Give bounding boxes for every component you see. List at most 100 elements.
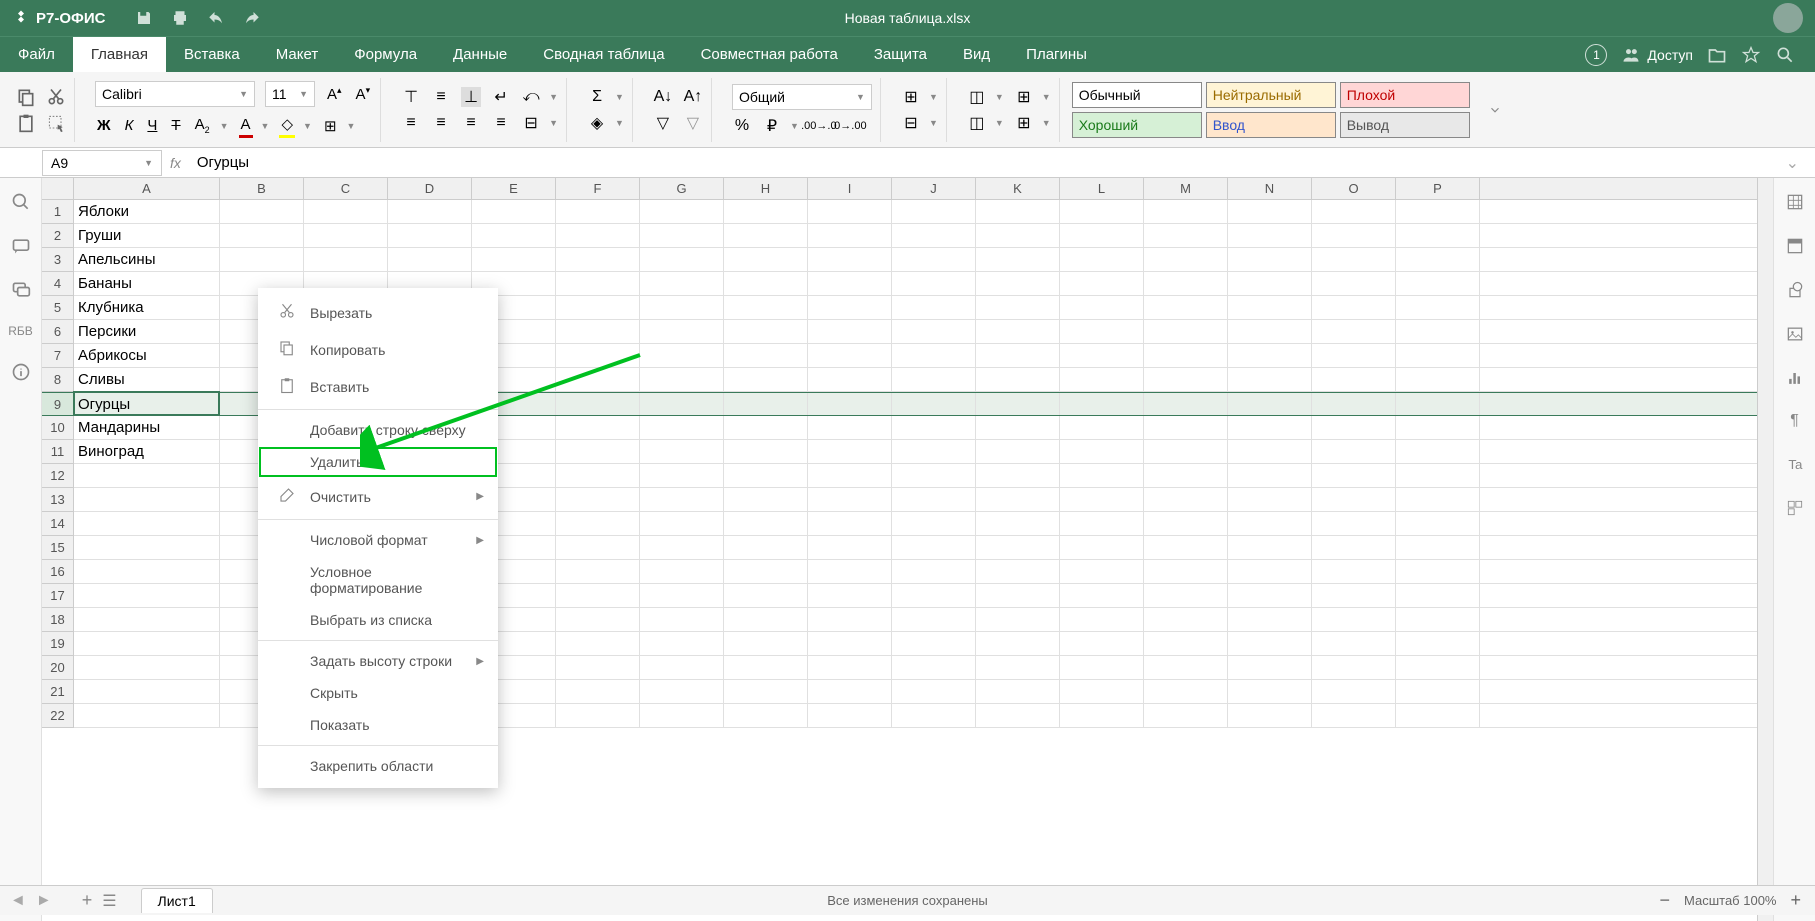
cell[interactable] [808,248,892,271]
menu-вставка[interactable]: Вставка [166,37,258,72]
cell[interactable] [1060,368,1144,391]
row-header[interactable]: 7 [42,344,74,368]
borders-button[interactable]: ⊞ [322,115,339,137]
wrap-icon[interactable]: ↵ [491,87,511,107]
cell[interactable] [976,464,1060,487]
sheet-tab[interactable]: Лист1 [141,888,213,913]
cell[interactable] [640,536,724,559]
cell[interactable] [74,560,220,583]
cell[interactable] [640,464,724,487]
cell[interactable] [1312,560,1396,583]
cell[interactable] [892,608,976,631]
align-left-icon[interactable]: ≡ [401,113,421,133]
chart-settings-icon[interactable] [1785,368,1805,388]
cell[interactable] [1312,368,1396,391]
cut-icon[interactable] [46,87,66,107]
cell[interactable] [724,488,808,511]
cell[interactable] [724,704,808,727]
cell[interactable] [556,248,640,271]
sum-icon[interactable]: Σ [587,87,607,107]
chat-icon[interactable] [11,280,31,300]
ctx-копировать[interactable]: Копировать [258,331,498,368]
cell[interactable] [808,512,892,535]
row-header[interactable]: 3 [42,248,74,272]
cell[interactable] [976,393,1060,415]
italic-button[interactable]: К [123,115,136,136]
cell[interactable] [892,656,976,679]
row-header[interactable]: 15 [42,536,74,560]
cell[interactable] [724,656,808,679]
cell[interactable] [1228,608,1312,631]
sheet-list-icon[interactable]: ☰ [102,891,116,911]
cell[interactable] [1228,368,1312,391]
bold-button[interactable]: Ж [95,115,113,136]
cell[interactable] [724,416,808,439]
cell[interactable] [724,344,808,367]
valign-top-icon[interactable]: ⊤ [401,87,421,107]
cell[interactable] [1312,248,1396,271]
row-header[interactable]: 16 [42,560,74,584]
cell[interactable] [1144,416,1228,439]
cell[interactable]: Груши [74,224,220,247]
cell[interactable] [892,224,976,247]
cell[interactable] [1228,272,1312,295]
row-header[interactable]: 4 [42,272,74,296]
menu-макет[interactable]: Макет [258,37,336,72]
style-Плохой[interactable]: Плохой [1340,82,1470,108]
cell[interactable] [1144,248,1228,271]
cell[interactable] [1228,440,1312,463]
cell[interactable] [74,536,220,559]
cell[interactable] [808,608,892,631]
cell[interactable] [388,200,472,223]
menu-вид[interactable]: Вид [945,37,1008,72]
cell[interactable] [1312,440,1396,463]
cell[interactable] [724,393,808,415]
row-header[interactable]: 5 [42,296,74,320]
row-header[interactable]: 20 [42,656,74,680]
users-badge[interactable]: 1 [1585,44,1607,66]
cell[interactable] [640,584,724,607]
valign-mid-icon[interactable]: ≡ [431,87,451,107]
cell[interactable] [724,536,808,559]
info-icon[interactable] [11,362,31,382]
cell[interactable] [1060,560,1144,583]
cell[interactable] [808,272,892,295]
cell[interactable] [976,440,1060,463]
cell-settings-icon[interactable] [1785,192,1805,212]
redo-icon[interactable] [243,9,261,27]
cell[interactable] [1396,224,1480,247]
row-header[interactable]: 12 [42,464,74,488]
cell[interactable] [1144,536,1228,559]
cell[interactable] [472,248,556,271]
cell[interactable] [1060,440,1144,463]
cell[interactable] [74,704,220,727]
cell[interactable] [1312,393,1396,415]
cell[interactable]: Виноград [74,440,220,463]
cell[interactable] [1060,704,1144,727]
ctx-добавить-строку-сверху[interactable]: Добавить строку сверху [258,414,498,446]
name-box[interactable]: A9▼ [42,150,162,176]
style-Обычный[interactable]: Обычный [1072,82,1202,108]
cell[interactable] [640,368,724,391]
ctx-вырезать[interactable]: Вырезать [258,294,498,331]
text-settings-icon[interactable]: Ta [1785,454,1805,474]
cell[interactable] [388,248,472,271]
cell[interactable] [1228,248,1312,271]
cell[interactable] [1060,584,1144,607]
cell[interactable] [1144,344,1228,367]
table-row[interactable]: Груши [74,224,1757,248]
shape-settings-icon[interactable] [1785,280,1805,300]
cell[interactable] [1144,680,1228,703]
cell[interactable] [1144,560,1228,583]
undo-icon[interactable] [207,9,225,27]
cell[interactable] [1312,416,1396,439]
col-header-D[interactable]: D [388,178,472,199]
cell[interactable] [976,512,1060,535]
cell[interactable] [556,608,640,631]
sort-desc-icon[interactable]: A↑ [683,87,703,107]
cell[interactable] [1228,512,1312,535]
cell[interactable] [1396,680,1480,703]
col-header-M[interactable]: M [1144,178,1228,199]
cell[interactable] [640,440,724,463]
valign-bot-icon[interactable]: ⊥ [461,87,481,107]
